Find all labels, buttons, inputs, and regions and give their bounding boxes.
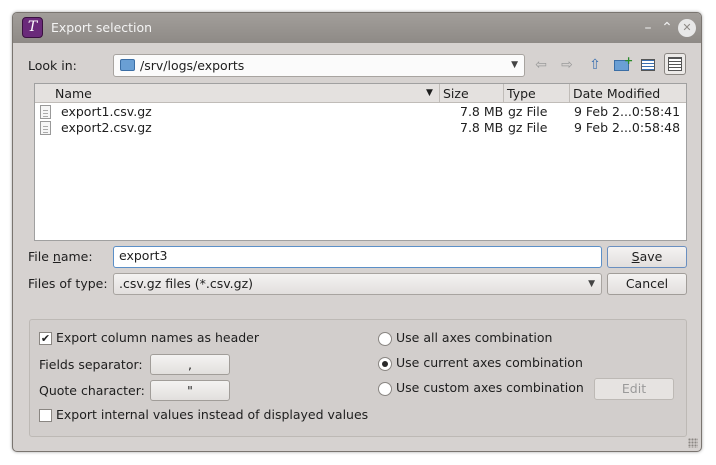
quote-character-label: Quote character:	[39, 383, 145, 398]
edit-button[interactable]: Edit	[594, 378, 674, 400]
file-size: 7.8 MB	[460, 104, 504, 119]
current-axes-radio[interactable]	[378, 357, 392, 371]
file-type: gz File	[508, 120, 548, 135]
folder-icon	[120, 59, 135, 71]
file-name-field[interactable]: export3	[113, 246, 602, 268]
export-header-checkbox[interactable]: ✔	[39, 332, 52, 345]
file-row[interactable]: export2.csv.gz 7.8 MB gz File 9 Feb 2...…	[35, 120, 686, 136]
app-icon: T	[22, 17, 43, 38]
chevron-down-icon: ▼	[511, 60, 518, 70]
files-of-type-label: Files of type:	[28, 276, 108, 291]
file-list[interactable]: Name ▼ Size Type Date Modified export1.c…	[34, 83, 687, 241]
files-of-type-combo[interactable]: .csv.gz files (*.csv.gz) ▼	[113, 273, 602, 295]
file-list-header: Name ▼ Size Type Date Modified	[35, 84, 686, 103]
fields-separator-button[interactable]: ,	[150, 354, 230, 375]
file-icon	[40, 121, 51, 135]
all-axes-label: Use all axes combination	[396, 330, 553, 345]
export-options-group: ✔ Export column names as header Fields s…	[29, 319, 687, 437]
file-size: 7.8 MB	[460, 120, 504, 135]
column-type[interactable]: Type	[507, 86, 536, 101]
save-button[interactable]: Save	[607, 246, 687, 268]
up-folder-icon[interactable]: ⇧	[585, 55, 605, 75]
chevron-down-icon: ▼	[588, 279, 595, 289]
file-date: 9 Feb 2...0:58:48	[574, 120, 681, 135]
quote-character-button[interactable]: "	[150, 380, 230, 401]
file-name: export2.csv.gz	[61, 120, 152, 135]
new-folder-icon[interactable]: +	[612, 54, 633, 75]
look-in-label: Look in:	[28, 58, 77, 73]
details-view-icon[interactable]	[664, 53, 686, 75]
forward-arrow-icon[interactable]: ⇨	[557, 55, 577, 75]
close-icon[interactable]: ✕	[678, 19, 696, 37]
column-size[interactable]: Size	[443, 86, 469, 101]
fields-separator-label: Fields separator:	[39, 357, 143, 372]
title-bar: T Export selection – ⌃ ✕	[13, 13, 701, 43]
list-view-icon[interactable]	[638, 55, 658, 75]
export-internal-label: Export internal values instead of displa…	[56, 407, 369, 422]
file-icon	[40, 105, 51, 119]
export-selection-dialog: T Export selection – ⌃ ✕ Look in: /srv/l…	[12, 12, 702, 452]
custom-axes-radio[interactable]	[378, 382, 392, 396]
minimize-icon[interactable]: –	[639, 19, 657, 37]
custom-axes-label: Use custom axes combination	[396, 380, 584, 395]
column-name[interactable]: Name	[55, 86, 92, 101]
column-date-modified[interactable]: Date Modified	[573, 86, 660, 101]
sort-chevron-icon: ▼	[426, 88, 433, 98]
maximize-icon[interactable]: ⌃	[658, 19, 676, 37]
all-axes-radio[interactable]	[378, 332, 392, 346]
look-in-combo[interactable]: /srv/logs/exports ▼	[113, 54, 525, 77]
file-date: 9 Feb 2...0:58:41	[574, 104, 681, 119]
window-title: Export selection	[51, 20, 153, 35]
current-axes-label: Use current axes combination	[396, 355, 583, 370]
back-arrow-icon[interactable]: ⇦	[531, 55, 551, 75]
export-internal-checkbox[interactable]	[39, 409, 52, 422]
file-type: gz File	[508, 104, 548, 119]
file-row[interactable]: export1.csv.gz 7.8 MB gz File 9 Feb 2...…	[35, 104, 686, 120]
resize-grip[interactable]	[688, 438, 698, 448]
file-name-label: File name:	[28, 249, 93, 264]
cancel-button[interactable]: Cancel	[607, 273, 687, 295]
export-header-label: Export column names as header	[56, 330, 259, 345]
file-name: export1.csv.gz	[61, 104, 152, 119]
look-in-path: /srv/logs/exports	[140, 58, 245, 73]
